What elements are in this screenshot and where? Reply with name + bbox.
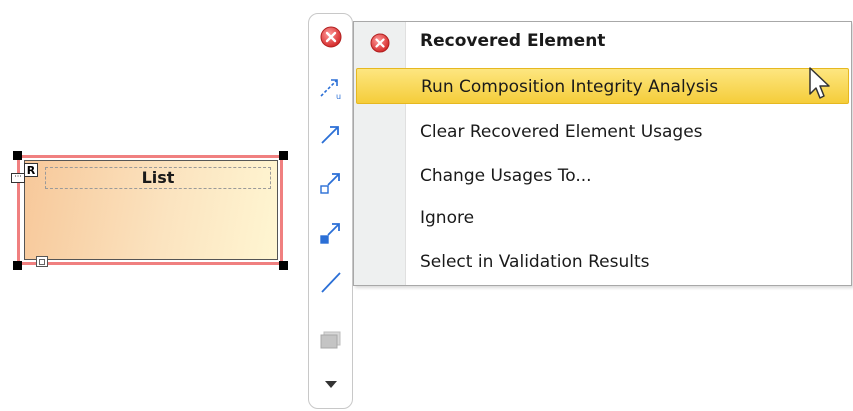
usage-dependency-icon[interactable]: u	[317, 74, 345, 102]
composition-icon[interactable]	[317, 218, 345, 246]
list-element[interactable]: List	[24, 160, 278, 260]
svg-text:u: u	[336, 92, 341, 101]
directed-association-icon[interactable]	[317, 120, 345, 148]
resize-handle-top-right[interactable]	[279, 151, 288, 160]
menu-item-label: Change Usages To...	[420, 166, 592, 186]
menu-item-change-usages-to[interactable]: Change Usages To...	[356, 158, 849, 194]
resize-handle-bottom-left[interactable]	[13, 261, 22, 270]
menu-header: Recovered Element	[354, 22, 851, 62]
diagram-canvas[interactable]: List ··· R u Recovered Element Run Compo…	[0, 0, 853, 411]
menu-item-label: Run Composition Integrity Analysis	[421, 77, 719, 97]
image-icon[interactable]	[317, 326, 345, 354]
expand-icon[interactable]	[36, 256, 48, 267]
menu-item-clear-recovered-element-usages[interactable]: Clear Recovered Element Usages	[356, 114, 849, 150]
close-icon[interactable]	[369, 32, 391, 58]
mouse-cursor-icon	[808, 66, 834, 106]
menu-item-label: Select in Validation Results	[420, 252, 650, 272]
menu-item-run-composition-integrity-analysis[interactable]: Run Composition Integrity Analysis	[356, 68, 849, 104]
menu-item-select-in-validation-results[interactable]: Select in Validation Results	[356, 244, 849, 280]
close-icon[interactable]	[317, 23, 345, 51]
more-down-icon[interactable]	[317, 370, 345, 398]
element-name-label[interactable]: List	[45, 167, 271, 189]
more-options-icon[interactable]: ···	[11, 173, 25, 183]
menu-item-label: Ignore	[420, 208, 475, 228]
resize-handle-top-left[interactable]	[13, 151, 22, 160]
aggregation-icon[interactable]	[317, 168, 345, 196]
menu-title: Recovered Element	[420, 31, 606, 51]
recovered-badge-icon: R	[24, 163, 38, 177]
menu-item-label: Clear Recovered Element Usages	[420, 122, 703, 142]
recovered-element-menu: Recovered Element Run Composition Integr…	[353, 21, 852, 286]
resize-handle-bottom-right[interactable]	[279, 261, 288, 270]
menu-item-ignore[interactable]: Ignore	[356, 200, 849, 236]
smart-manipulator-toolbar: u	[308, 13, 353, 409]
association-icon[interactable]	[317, 268, 345, 296]
